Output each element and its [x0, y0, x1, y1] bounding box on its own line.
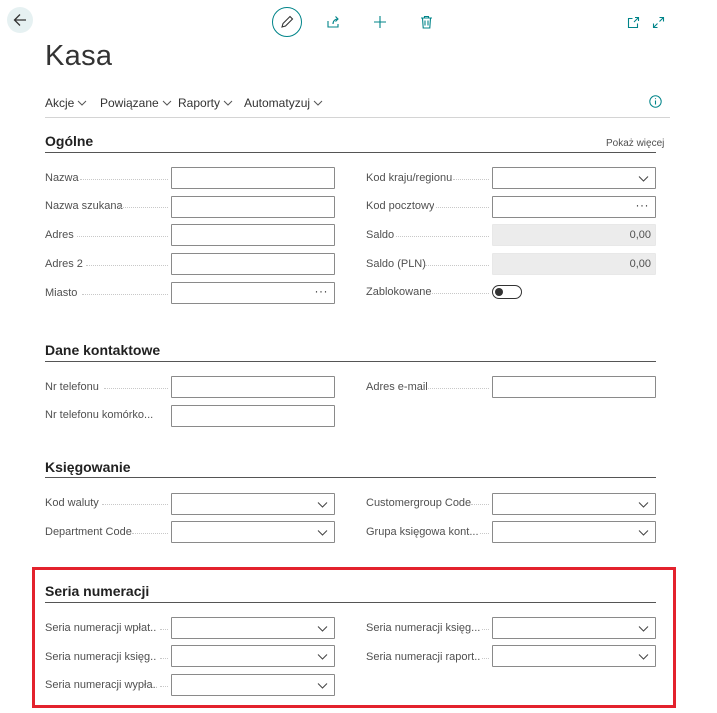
menu-label: Akcje [45, 96, 75, 110]
saldo-pln-field: 0,00 [492, 253, 656, 275]
top-toolbar [0, 7, 717, 37]
chevron-down-icon [638, 502, 649, 508]
menu-label: Powiązane [100, 96, 159, 110]
dot-leader [480, 533, 489, 534]
dot-leader [132, 533, 168, 534]
show-more-link[interactable]: Pokaż więcej [606, 138, 664, 149]
dot-leader [104, 388, 168, 389]
dot-leader [436, 207, 489, 208]
dot-leader [82, 294, 168, 295]
pencil-icon [281, 15, 294, 28]
department-code-select[interactable] [171, 521, 335, 543]
field-label: Grupa księgowa kont... [366, 526, 478, 538]
field-label: Nazwa [45, 172, 79, 184]
divider [45, 477, 656, 478]
dot-leader [119, 207, 168, 208]
field-label: Saldo (PLN) [366, 258, 426, 270]
section-title-posting[interactable]: Księgowanie [45, 459, 131, 475]
chevron-down-icon [223, 100, 233, 106]
info-button[interactable] [649, 95, 662, 113]
menu-automatyzuj[interactable]: Automatyzuj [244, 96, 323, 110]
dot-leader [396, 236, 489, 237]
customergroup-code-select[interactable] [492, 493, 656, 515]
chevron-down-icon [313, 100, 323, 106]
delete-button[interactable] [411, 7, 441, 37]
edit-button[interactable] [272, 7, 302, 37]
expand-icon [652, 16, 664, 28]
saldo-value: 0,00 [629, 229, 651, 241]
adres-2-input[interactable] [171, 253, 335, 275]
trash-icon [420, 15, 432, 29]
chevron-down-icon [317, 530, 328, 536]
dot-leader [80, 179, 168, 180]
divider [45, 361, 656, 362]
zablokowane-toggle[interactable] [492, 285, 522, 299]
field-label: Customergroup Code [366, 497, 472, 509]
menu-powiazane[interactable]: Powiązane [100, 96, 172, 110]
expand-button[interactable] [643, 7, 673, 37]
field-label: Adres e-mail [366, 381, 428, 393]
menu-raporty[interactable]: Raporty [178, 96, 233, 110]
field-label: Adres [45, 229, 74, 241]
info-icon [649, 95, 662, 108]
chevron-down-icon [317, 502, 328, 508]
chevron-down-icon [638, 530, 649, 536]
field-label: Kod waluty [45, 497, 99, 509]
dot-leader [432, 293, 489, 294]
kod-kraju-select[interactable] [492, 167, 656, 189]
section-title-general[interactable]: Ogólne [45, 133, 93, 149]
field-label: Nazwa szukana [45, 200, 123, 212]
chevron-down-icon [162, 100, 172, 106]
add-button[interactable] [365, 7, 395, 37]
section-title-contact[interactable]: Dane kontaktowe [45, 342, 160, 358]
dot-leader [86, 265, 168, 266]
field-label: Department Code [45, 526, 132, 538]
saldo-pln-value: 0,00 [629, 258, 651, 270]
dot-leader [428, 388, 489, 389]
menu-akcje[interactable]: Akcje [45, 96, 87, 110]
toggle-knob [495, 287, 503, 296]
share-button[interactable] [318, 7, 348, 37]
field-label: Zablokowane [366, 286, 432, 298]
dot-leader [77, 236, 168, 237]
action-bar: Akcje Powiązane Raporty Automatyzuj [45, 90, 670, 118]
chevron-down-icon [638, 176, 649, 182]
adres-input[interactable] [171, 224, 335, 246]
chevron-down-icon [77, 100, 87, 106]
nazwa-input[interactable] [171, 167, 335, 189]
field-label: Kod kraju/regionu [366, 172, 453, 184]
menu-label: Raporty [178, 96, 221, 110]
dot-leader [102, 504, 168, 505]
grupa-ksiegowa-select[interactable] [492, 521, 656, 543]
field-label: Kod pocztowy [366, 200, 435, 212]
highlight-box [32, 567, 676, 708]
nr-telefonu-komorkowego-input[interactable] [171, 405, 335, 427]
kod-waluty-select[interactable] [171, 493, 335, 515]
field-label: Miasto [45, 287, 78, 299]
miasto-input[interactable]: ··· [171, 282, 335, 304]
kod-pocztowy-input[interactable]: ··· [492, 196, 656, 218]
lookup-ellipsis-icon[interactable]: ··· [315, 284, 329, 298]
open-in-new-window-icon [627, 16, 639, 28]
plus-icon [374, 16, 386, 28]
dot-leader [471, 504, 489, 505]
lookup-ellipsis-icon[interactable]: ··· [636, 198, 650, 212]
nr-telefonu-input[interactable] [171, 376, 335, 398]
nazwa-szukana-input[interactable] [171, 196, 335, 218]
divider [45, 152, 656, 153]
field-label: Nr telefonu [45, 381, 99, 393]
saldo-field: 0,00 [492, 224, 656, 246]
adres-email-input[interactable] [492, 376, 656, 398]
field-label: Nr telefonu komórko... [45, 409, 154, 421]
field-label: Adres 2 [45, 258, 83, 270]
dot-leader [425, 265, 489, 266]
share-icon [327, 16, 339, 28]
menu-label: Automatyzuj [244, 96, 311, 110]
field-label: Saldo [366, 229, 395, 241]
page-title: Kasa [45, 40, 113, 72]
dot-leader [453, 179, 489, 180]
